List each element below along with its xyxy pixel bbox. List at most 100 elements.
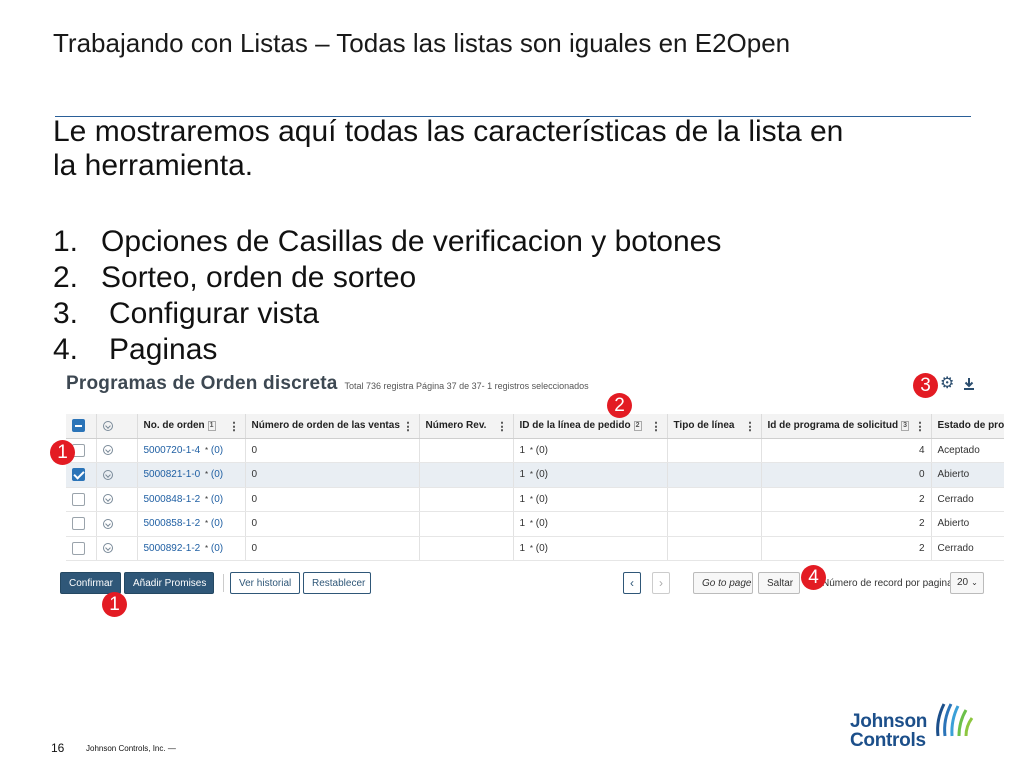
- rev-cell: [419, 438, 514, 463]
- expand-row-icon[interactable]: [102, 445, 113, 456]
- sort-order-badge: 3: [901, 420, 909, 431]
- column-header-status[interactable]: Estado de prog: [931, 414, 1004, 439]
- column-label: ID de la línea de pedido: [519, 420, 631, 432]
- feature-number: 2.: [53, 261, 79, 294]
- line-id-cell: 1 * (0): [513, 536, 668, 561]
- view-history-button[interactable]: Ver historial: [230, 572, 300, 594]
- select-all-header[interactable]: [66, 414, 97, 439]
- sales-order-cell: 0: [245, 536, 420, 561]
- column-menu-icon[interactable]: ⋮: [651, 420, 662, 433]
- go-to-page-input[interactable]: Go to page: [693, 572, 753, 594]
- reset-button[interactable]: Restablecer: [303, 572, 371, 594]
- confirm-button[interactable]: Confirmar: [60, 572, 121, 594]
- table-row[interactable]: 5000892-1-2 * (0) 0 1 * (0) 2 Cerrado: [66, 536, 1004, 561]
- sales-order-cell: 0: [245, 487, 420, 512]
- download-icon[interactable]: [962, 377, 976, 391]
- johnson-controls-logo: Johnson Controls: [850, 700, 980, 755]
- row-checkbox[interactable]: [72, 492, 85, 506]
- sort-order-badge: 2: [633, 420, 642, 431]
- line-id-cell: 1 * (0): [513, 487, 668, 512]
- list-screenshot: Programas de Orden discreta Total 736 re…: [60, 367, 1004, 601]
- line-type-cell: [667, 438, 762, 463]
- expand-row-icon[interactable]: [102, 494, 113, 505]
- line-id-cell: 1 * (0): [513, 462, 668, 488]
- column-header-request-id[interactable]: Id de programa de solicitud 3 ⋮: [761, 414, 932, 439]
- callout-1-buttons: 1: [102, 592, 127, 617]
- callout-2: 2: [607, 393, 632, 418]
- column-menu-icon[interactable]: ⋮: [915, 420, 926, 433]
- jump-button[interactable]: Saltar: [758, 572, 800, 594]
- feature-number: 4.: [53, 333, 79, 366]
- rev-cell: [419, 536, 514, 561]
- column-header-line-type[interactable]: Tipo de línea ⋮: [667, 414, 762, 439]
- order-cell[interactable]: 5000821-1-0 * (0): [137, 462, 246, 488]
- row-checkbox-checked[interactable]: [72, 468, 85, 482]
- logo-line-2: Controls: [850, 730, 926, 751]
- column-menu-icon[interactable]: ⋮: [229, 420, 240, 433]
- status-cell: Aceptado: [931, 438, 1004, 463]
- request-id-cell: 2: [761, 536, 932, 561]
- next-page-button[interactable]: ›: [652, 572, 670, 594]
- order-cell[interactable]: 5000720-1-4 * (0): [137, 438, 246, 463]
- logo-mark-icon: [936, 703, 974, 737]
- gear-icon[interactable]: ⚙: [940, 376, 956, 392]
- intro-line-1: Le mostraremos aquí todas las caracterís…: [53, 115, 844, 148]
- table-row[interactable]: 5000720-1-4 * (0) 0 1 * (0) 4 Aceptado: [66, 438, 1004, 463]
- expand-icon: [102, 420, 113, 431]
- feature-item: 4. Paginas: [53, 332, 721, 368]
- column-header-line-id[interactable]: ID de la línea de pedido 2 ⋮: [513, 414, 668, 439]
- column-label: Estado de prog: [937, 420, 1004, 432]
- line-type-cell: [667, 511, 762, 537]
- logo-wordmark: Johnson Controls: [850, 712, 927, 750]
- column-menu-icon[interactable]: ⋮: [745, 420, 756, 433]
- column-label: Id de programa de solicitud: [767, 420, 899, 432]
- table-row[interactable]: 5000848-1-2 * (0) 0 1 * (0) 2 Cerrado: [66, 487, 1004, 512]
- footer-company: Johnson Controls, Inc. —: [86, 744, 176, 753]
- order-cell[interactable]: 5000892-1-2 * (0): [137, 536, 246, 561]
- column-label: Tipo de línea: [673, 420, 735, 432]
- previous-page-button[interactable]: ‹: [623, 572, 641, 594]
- status-cell: Cerrado: [931, 536, 1004, 561]
- feature-number: 1.: [53, 225, 79, 258]
- feature-item: 1. Opciones de Casillas de verificacion y…: [53, 224, 721, 260]
- feature-number: 3.: [53, 297, 79, 330]
- list-summary: Total 736 registra Página 37 de 37- 1 re…: [344, 381, 589, 391]
- sales-order-cell: 0: [245, 438, 420, 463]
- records-per-page-label: Número de record por pagina: [822, 578, 953, 589]
- expand-row-icon[interactable]: [102, 543, 113, 554]
- list-toolbar: Confirmar Añadir Promises Ver historial …: [60, 571, 1004, 597]
- feature-text: Paginas: [109, 333, 218, 366]
- table-row[interactable]: 5000858-1-2 * (0) 0 1 * (0) 2 Abierto: [66, 511, 1004, 537]
- orders-table: No. de orden 1 ⋮ Número de orden de las ve…: [66, 414, 1004, 561]
- line-id-cell: 1 * (0): [513, 438, 668, 463]
- sales-order-cell: 0: [245, 462, 420, 488]
- status-cell: Cerrado: [931, 487, 1004, 512]
- column-header-rev[interactable]: Número Rev. ⋮: [419, 414, 514, 439]
- select-all-checkbox[interactable]: [72, 419, 85, 433]
- records-per-page-select[interactable]: 20 ⌄: [950, 572, 984, 594]
- records-per-page-value: 20: [957, 577, 969, 588]
- row-checkbox[interactable]: [72, 541, 85, 555]
- expand-row-icon[interactable]: [102, 469, 113, 480]
- column-menu-icon[interactable]: ⋮: [497, 420, 508, 433]
- list-title: Programas de Orden discreta: [66, 373, 338, 394]
- column-label: Número de orden de las ventas: [251, 420, 400, 432]
- line-id-cell: 1 * (0): [513, 511, 668, 537]
- order-cell[interactable]: 5000858-1-2 * (0): [137, 511, 246, 537]
- column-header-order[interactable]: No. de orden 1 ⋮: [137, 414, 246, 439]
- feature-list: 1. Opciones de Casillas de verificacion y…: [53, 224, 721, 368]
- list-header: Programas de Orden discreta Total 736 re…: [66, 373, 589, 395]
- expand-row-icon[interactable]: [102, 518, 113, 529]
- order-cell[interactable]: 5000848-1-2 * (0): [137, 487, 246, 512]
- line-type-cell: [667, 487, 762, 512]
- row-checkbox[interactable]: [72, 517, 85, 531]
- column-header-sales-order[interactable]: Número de orden de las ventas ⋮: [245, 414, 420, 439]
- request-id-cell: 0: [761, 462, 932, 488]
- rev-cell: [419, 462, 514, 488]
- table-row-selected[interactable]: 5000821-1-0 * (0) 0 1 * (0) 0 Abierto: [66, 462, 1004, 488]
- rev-cell: [419, 511, 514, 537]
- page-number: 16: [51, 741, 65, 755]
- add-promises-button[interactable]: Añadir Promises: [124, 572, 214, 594]
- column-menu-icon[interactable]: ⋮: [403, 420, 414, 433]
- slide-title: Trabajando con Listas – Todas las listas…: [53, 28, 791, 58]
